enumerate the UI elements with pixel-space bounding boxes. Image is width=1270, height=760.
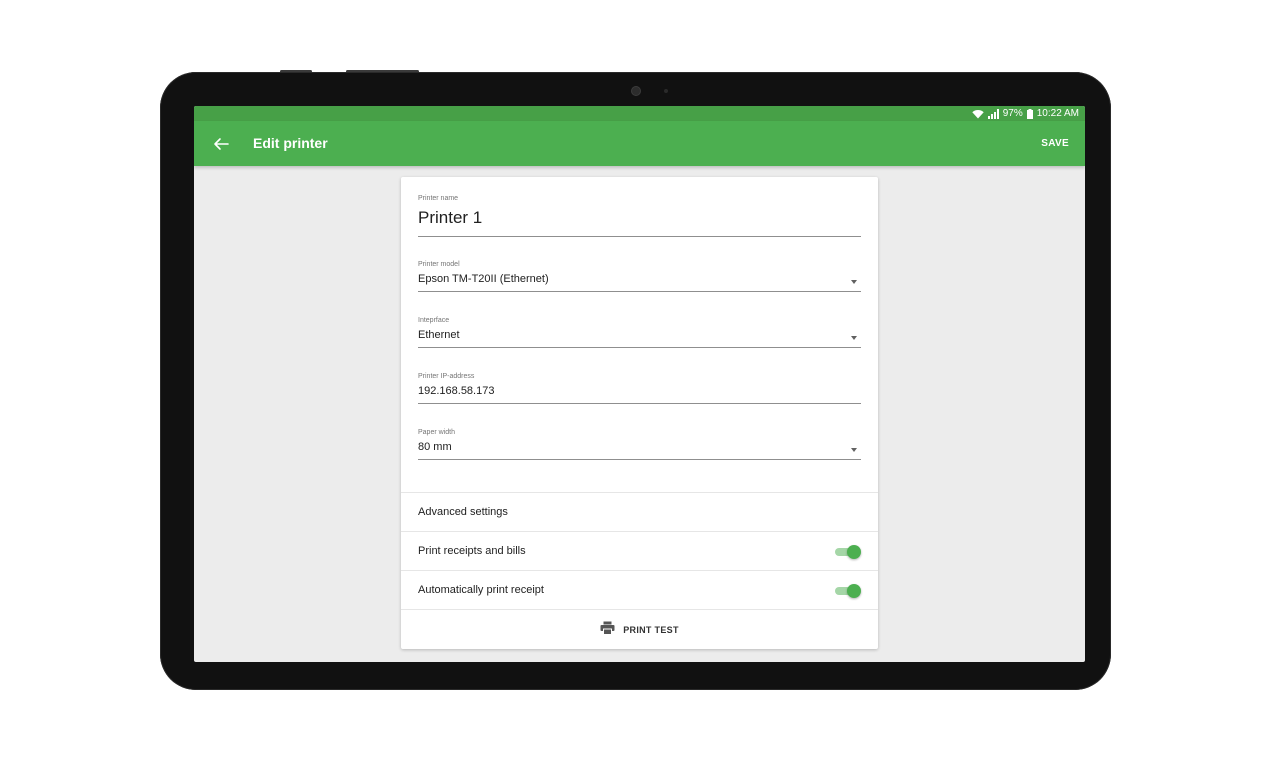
signal-icon: [987, 108, 999, 119]
printer-model-label: Printer model: [418, 261, 460, 268]
toggle-thumb: [847, 545, 861, 559]
printer-icon: [600, 621, 615, 640]
screen: 97% 10:22 AM Edit printer SAVE Printer n…: [194, 106, 1085, 662]
interface-value: Ethernet: [418, 329, 460, 341]
front-camera: [631, 86, 641, 96]
paper-width-select[interactable]: Paper width 80 mm: [418, 428, 861, 460]
ip-address-input[interactable]: 192.168.58.173: [418, 382, 861, 403]
paper-width-value: 80 mm: [418, 441, 452, 453]
clock: 10:22 AM: [1036, 108, 1079, 119]
battery-percent: 97%: [1002, 108, 1023, 119]
printer-form-card: Printer name Printer 1 Printer model Eps…: [401, 177, 878, 649]
interface-label: Inteprface: [418, 317, 450, 324]
advanced-settings-label: Advanced settings: [418, 506, 508, 518]
printer-model-value: Epson TM-T20II (Ethernet): [418, 273, 549, 285]
print-receipts-toggle[interactable]: [835, 545, 861, 559]
printer-name-input[interactable]: Printer 1: [418, 204, 861, 236]
interface-select[interactable]: Inteprface Ethernet: [418, 316, 861, 348]
dropdown-arrow-icon[interactable]: [851, 336, 857, 340]
battery-icon: [1026, 108, 1033, 119]
print-test-button[interactable]: PRINT TEST: [401, 609, 878, 650]
print-receipts-label: Print receipts and bills: [418, 545, 526, 557]
auto-print-toggle[interactable]: [835, 584, 861, 598]
print-test-label: PRINT TEST: [623, 625, 679, 635]
printer-name-field[interactable]: Printer name Printer 1: [418, 194, 861, 237]
wifi-icon: [972, 109, 984, 119]
printer-name-label: Printer name: [418, 195, 459, 202]
tablet-frame: 97% 10:22 AM Edit printer SAVE Printer n…: [160, 72, 1111, 690]
light-sensor: [664, 89, 668, 93]
status-indicators: 97% 10:22 AM: [972, 106, 1079, 121]
auto-print-label: Automatically print receipt: [418, 584, 544, 596]
page-title: Edit printer: [253, 135, 328, 151]
arrow-back-icon[interactable]: [210, 133, 232, 155]
save-button[interactable]: SAVE: [1041, 121, 1069, 166]
toggle-thumb: [847, 584, 861, 598]
ip-address-label: Printer IP-address: [418, 373, 475, 380]
paper-width-label: Paper width: [418, 429, 455, 436]
dropdown-arrow-icon[interactable]: [851, 448, 857, 452]
advanced-settings-row[interactable]: Advanced settings: [401, 492, 878, 532]
auto-print-row: Automatically print receipt: [401, 570, 878, 610]
app-bar: Edit printer SAVE: [194, 121, 1085, 166]
status-bar: 97% 10:22 AM: [194, 106, 1085, 121]
printer-model-select[interactable]: Printer model Epson TM-T20II (Ethernet): [418, 260, 861, 292]
ip-address-field[interactable]: Printer IP-address 192.168.58.173: [418, 372, 861, 404]
print-receipts-row: Print receipts and bills: [401, 531, 878, 571]
dropdown-arrow-icon[interactable]: [851, 280, 857, 284]
